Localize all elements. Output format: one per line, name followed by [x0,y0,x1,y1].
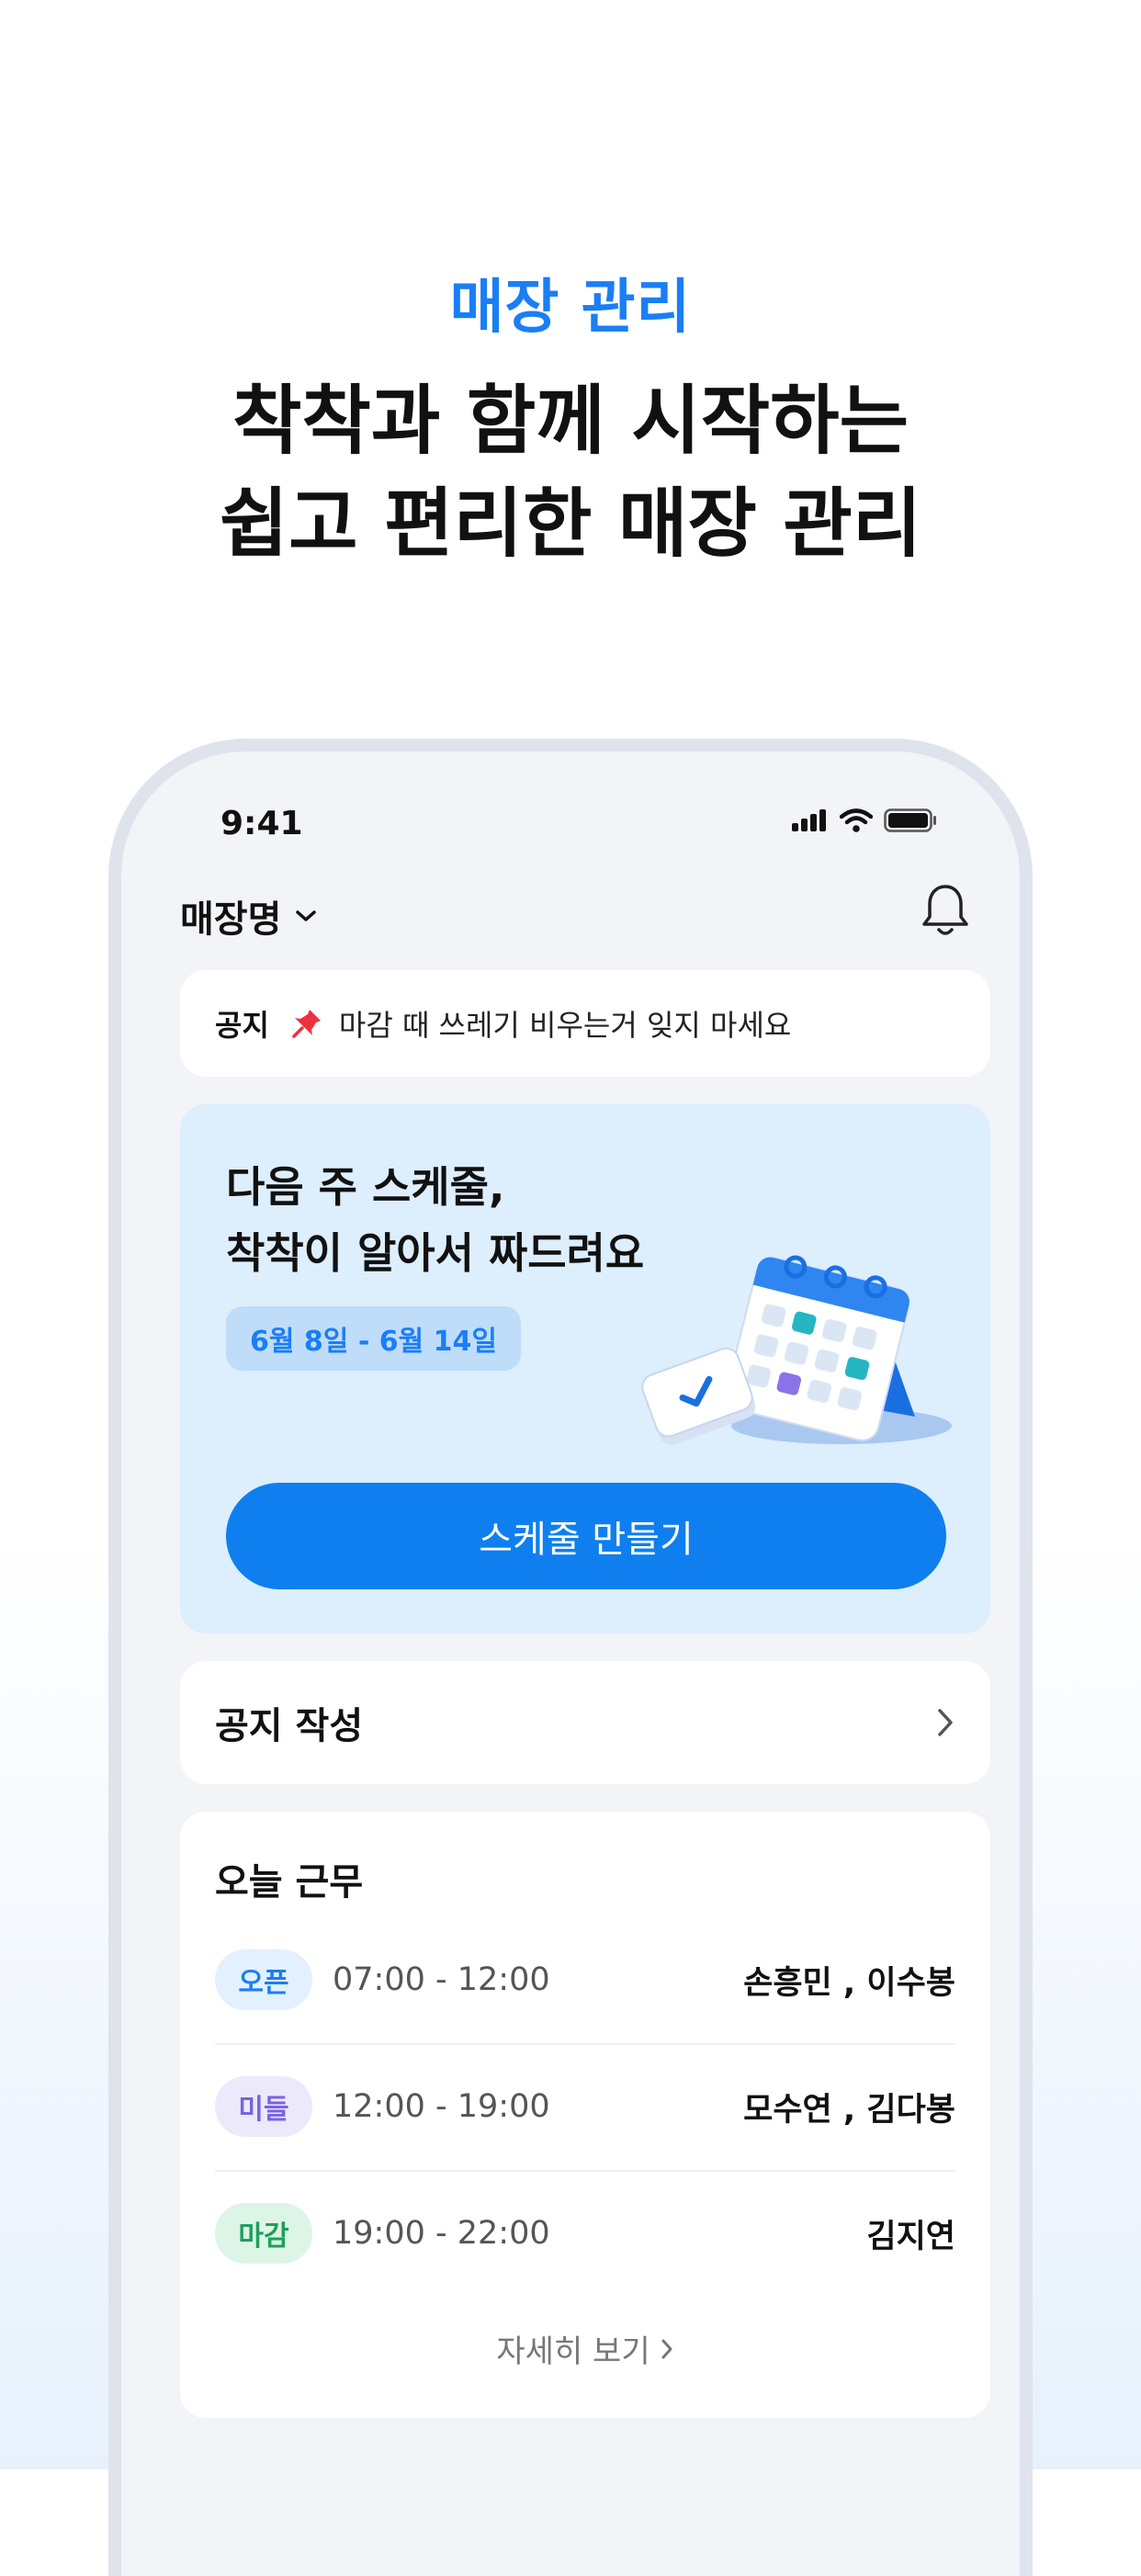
hero-title: 착착과 함께 시작하는 쉽고 편리한 매장 관리 [0,370,1141,576]
shift-row-middle[interactable]: 미들 12:00 - 19:00 모수연 , 김다봉 [215,2043,955,2172]
notification-bell-button[interactable] [919,880,972,943]
bell-icon [922,885,968,935]
shift-time: 07:00 - 12:00 [333,1961,550,1998]
signal-icon [792,809,826,831]
view-details-label: 자세히 보기 [496,2333,650,2370]
store-selector[interactable]: 매장명 [180,889,318,943]
date-range-chip: 6월 8일 - 6월 14일 [226,1306,521,1371]
schedule-title-line1: 다음 주 스케줄, [226,1162,505,1212]
view-details-link[interactable]: 자세히 보기 [180,2326,990,2371]
shift-row-open[interactable]: 오픈 07:00 - 12:00 손흥민 , 이수봉 [215,1916,955,2045]
battery-icon [884,808,936,832]
schedule-card: 다음 주 스케줄, 착착이 알아서 짜드려요 6월 8일 - 6월 14일 스케… [180,1104,990,1633]
today-work-title: 오늘 근무 [215,1861,364,1904]
shift-people: 손흥민 , 이수봉 [743,1964,955,2002]
notice-text: 마감 때 쓰레기 비우는거 잊지 마세요 [338,1008,792,1043]
shift-time: 12:00 - 19:00 [333,2088,550,2125]
shift-badge-open: 오픈 [215,1949,312,2010]
shift-row-close[interactable]: 마감 19:00 - 22:00 김지연 [215,2170,955,2297]
schedule-title: 다음 주 스케줄, 착착이 알아서 짜드려요 [226,1154,644,1286]
store-name: 매장명 [180,898,282,941]
hero-title-line1: 착착과 함께 시작하는 [232,378,909,465]
schedule-title-line2: 착착이 알아서 짜드려요 [226,1228,645,1278]
pin-icon [292,1010,321,1038]
shift-people: 김지연 [866,2218,955,2255]
status-time: 9:41 [220,805,303,842]
write-notice-label: 공지 작성 [215,1705,364,1747]
hero-title-line2: 쉽고 편리한 매장 관리 [219,480,922,568]
shift-badge-middle: 미들 [215,2076,312,2137]
calendar-illustration-icon [641,1255,952,1445]
shift-time: 19:00 - 22:00 [333,2215,550,2252]
shift-badge-close: 마감 [215,2203,312,2264]
phone-frame: 9:41 매장명 공지 마감 때 쓰레기 비우는거 잊지 마세요 다음 주 스케… [108,739,1033,2576]
write-notice-row[interactable]: 공지 작성 [180,1661,990,1784]
chevron-right-icon [938,1709,953,1736]
make-schedule-button[interactable]: 스케줄 만들기 [226,1483,946,1589]
wifi-icon [840,808,873,832]
today-work-card: 오늘 근무 오픈 07:00 - 12:00 손흥민 , 이수봉 미들 12:0… [180,1812,990,2418]
status-icons [792,808,937,832]
hero-subtitle: 매장 관리 [449,274,692,342]
shift-people: 모수연 , 김다봉 [743,2091,955,2129]
notice-label: 공지 [215,1008,269,1043]
chevron-right-icon [661,2339,672,2358]
chevron-down-icon [296,910,317,921]
notice-banner[interactable]: 공지 마감 때 쓰레기 비우는거 잊지 마세요 [180,970,990,1077]
